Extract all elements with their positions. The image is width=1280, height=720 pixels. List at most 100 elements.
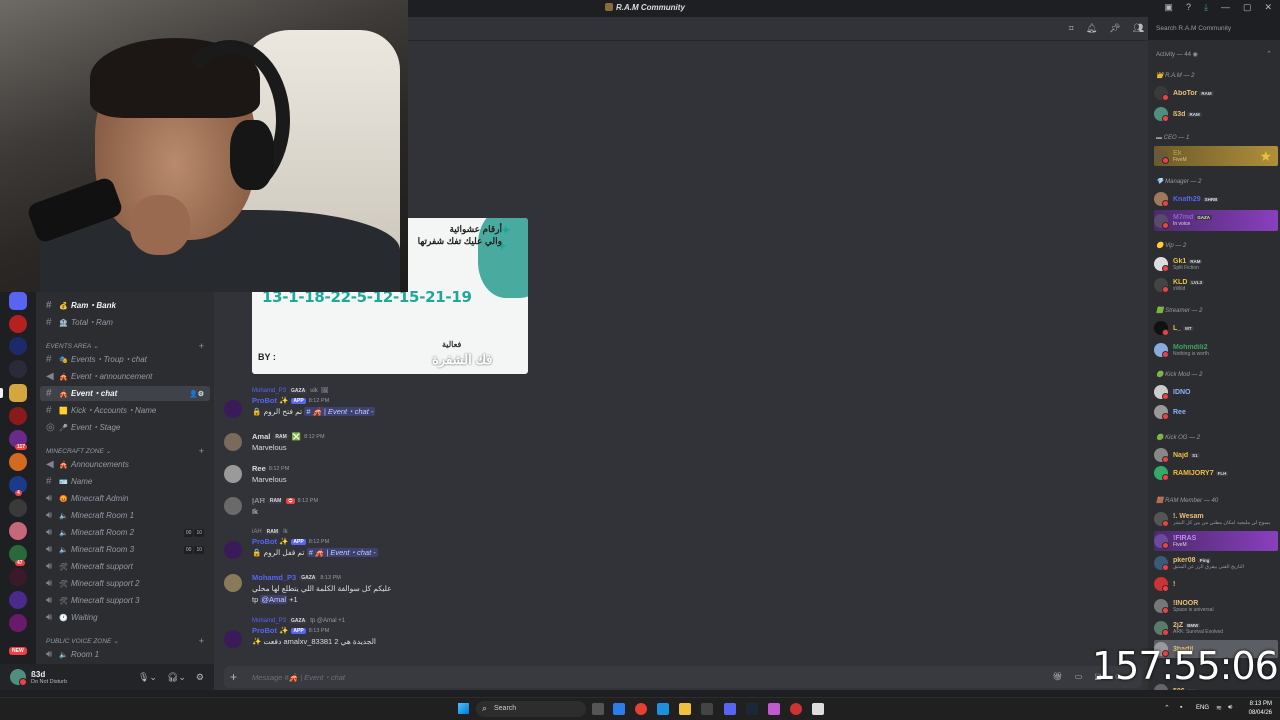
channel-event-chat[interactable]: # 🎪 Event・chat 👤⚙	[40, 386, 210, 401]
inbox-icon[interactable]: ▣	[1164, 2, 1173, 13]
message[interactable]: ĮAĦ RAM ⛔︎ 8:12 PM Ik	[224, 495, 724, 517]
voice-minecraft-support[interactable]: 🔊︎ 🛠 Minecraft support	[40, 559, 210, 574]
channel-link[interactable]: # 🎪 | Event・chat -	[304, 407, 376, 416]
windows-start-icon[interactable]	[458, 703, 469, 714]
channel-announcements[interactable]: ◀ 🎪 Announcements	[40, 457, 210, 472]
member-item[interactable]: KLD LVL3 xWild	[1154, 275, 1278, 295]
reply-preview[interactable]: iAH RAM Ik	[224, 527, 724, 536]
avatar[interactable]	[224, 630, 242, 648]
voice-minecraft-room-1[interactable]: 🔊︎ 🔈 Minecraft Room 1	[40, 508, 210, 523]
server-icon[interactable]	[9, 384, 27, 402]
add-channel-icon[interactable]: +	[199, 446, 204, 456]
category-minecraft[interactable]: MINECRAFT ZONE ⌄ +	[46, 445, 208, 457]
server-icon[interactable]	[9, 453, 27, 471]
task-view-icon[interactable]	[592, 703, 604, 715]
gear-icon[interactable]: ⚙	[196, 672, 204, 683]
add-channel-icon[interactable]: +	[199, 341, 204, 351]
add-channel-icon[interactable]: +	[199, 636, 204, 646]
channel-ram-bank[interactable]: # 💰 Ram・Bank	[40, 298, 210, 313]
message[interactable]: Mohamd_P3 GAZA 8:13 PM عليكم كل سوالفة الك…	[224, 572, 724, 605]
voice-minecraft-room-2[interactable]: 🔊︎ 🔈 Minecraft Room 2 00 10	[40, 525, 210, 540]
clock[interactable]: 8:13 PM 08/04/26	[1249, 700, 1272, 718]
member-item[interactable]: RAMIJORY7 FLH	[1154, 464, 1278, 482]
channel-link[interactable]: # 🎪 | Event・chat -	[306, 548, 378, 557]
chevron-up-icon[interactable]: ⌃	[1266, 50, 1272, 58]
message[interactable]: Mohamd_P3 GAZA tp @Amal +1 ProBot ✨ APP 8:13…	[224, 616, 724, 648]
language-indicator[interactable]: ENG	[1196, 705, 1209, 711]
gift-icon[interactable]: 🎁︎	[1053, 672, 1063, 681]
maximize-button[interactable]: ▢	[1243, 2, 1252, 13]
avatar[interactable]	[224, 400, 242, 418]
avatar[interactable]	[224, 497, 242, 515]
server-icon[interactable]	[9, 591, 27, 609]
author-name[interactable]: ProBot ✨	[252, 537, 288, 546]
author-name[interactable]: ProBot ✨	[252, 396, 288, 405]
server-icon[interactable]	[9, 360, 27, 378]
author-name[interactable]: Mohamd_P3	[252, 573, 296, 582]
add-attachment-icon[interactable]: +	[230, 670, 237, 684]
discord-icon[interactable]	[724, 703, 736, 715]
avatar[interactable]	[224, 574, 242, 592]
member-item[interactable]: AboTor RAM	[1154, 84, 1278, 102]
server-icon[interactable]	[9, 315, 27, 333]
author-name[interactable]: Ree	[252, 464, 266, 473]
server-icon[interactable]	[9, 407, 27, 425]
search-input[interactable]: Search R.A.M Community	[1152, 22, 1276, 35]
threads-icon[interactable]: ⌗	[1069, 23, 1074, 34]
category-events[interactable]: EVENTS AREA ⌄ +	[46, 340, 208, 352]
voice-minecraft-support-2[interactable]: 🔊︎ 🛠 Minecraft support 2	[40, 576, 210, 591]
chrome-icon[interactable]	[635, 703, 647, 715]
minimize-button[interactable]: —	[1221, 2, 1230, 13]
members-icon[interactable]: 👥︎	[1133, 23, 1144, 34]
settings-icon[interactable]: 👤⚙	[189, 390, 204, 398]
message-composer[interactable]: + Message #🎪 | Event・chat 🎁︎ ▭ ◪ ☺	[224, 666, 1142, 688]
download-icon[interactable]: ⤓	[1204, 2, 1208, 13]
server-icon[interactable]	[9, 292, 27, 310]
message[interactable]: iAH RAM Ik ProBot ✨ APP 8:12 PM 🔒 تم قفل الر…	[224, 527, 724, 559]
folder-icon[interactable]	[679, 703, 691, 715]
user-info[interactable]: ß3d Do Not Disturb	[31, 670, 67, 685]
store-icon[interactable]	[701, 703, 713, 715]
avatar[interactable]	[224, 465, 242, 483]
copilot-icon[interactable]	[613, 703, 625, 715]
server-icon[interactable]	[9, 522, 27, 540]
member-item[interactable]: pker08 Ping التاريخ الفنى بيفرق الرز عن ال…	[1154, 553, 1278, 573]
message[interactable]: Ree 8:12 PM Marvelous	[224, 463, 724, 485]
reply-preview[interactable]: Mohamd_P3 GAZA tp @Amal +1	[224, 616, 724, 625]
message[interactable]: Amal RAM ❎ 8:12 PM Marvelous	[224, 431, 724, 453]
help-icon[interactable]: ?	[1186, 2, 1191, 13]
chevron-up-icon[interactable]: ⌃	[1164, 704, 1170, 712]
member-item[interactable]: Najd S1	[1154, 446, 1278, 464]
voice-room-1[interactable]: 🔊︎ 🔈 Room 1	[40, 647, 210, 662]
voice-minecraft-admin[interactable]: 🔊︎ 😡 Minecraft Admin	[40, 491, 210, 506]
member-item[interactable]: L_ MT	[1154, 319, 1278, 337]
member-item[interactable]: 2jZ BMW ARK: Survival Evolved	[1154, 618, 1278, 638]
pin-icon[interactable]: 📌︎	[1109, 23, 1120, 34]
app-icon[interactable]	[768, 703, 780, 715]
volume-icon[interactable]: 🔊︎	[1228, 704, 1232, 712]
member-item[interactable]: !	[1154, 575, 1278, 593]
tray-icon[interactable]: ▪	[1180, 704, 1182, 711]
app-icon[interactable]	[812, 703, 824, 715]
channel-kick-accounts-name[interactable]: # 🟨 Kick・Accounts・Name	[40, 403, 210, 418]
member-item[interactable]: Mohmdili2 Nothing is worth	[1154, 340, 1278, 360]
author-name[interactable]: ĮAĦ	[252, 496, 265, 505]
message[interactable]: Mohamd_P3 GAZA uik 🖼︎ ProBot ✨ APP 8:12 PM 🔒 …	[224, 386, 724, 418]
member-item[interactable]: !INOOR Space is universal	[1154, 596, 1278, 616]
avatar[interactable]	[224, 433, 242, 451]
server-icon[interactable]	[9, 337, 27, 355]
member-item[interactable]: Gk1 RAM Split Fiction	[1154, 254, 1278, 274]
server-icon[interactable]	[9, 499, 27, 517]
wifi-icon[interactable]: ≋	[1216, 704, 1222, 712]
obs-icon[interactable]	[790, 703, 802, 715]
channel-event-stage[interactable]: ◎ 🎤 Event・Stage	[40, 420, 210, 435]
channel-name[interactable]: # 🪪 Name	[40, 474, 210, 489]
member-item[interactable]: Ek FiveM ★	[1154, 146, 1278, 166]
member-item[interactable]: Ree	[1154, 403, 1278, 421]
headphones-icon[interactable]: 🎧︎⌄	[167, 672, 186, 683]
taskbar-search[interactable]: Search	[476, 701, 586, 717]
member-item[interactable]: IDNO	[1154, 383, 1278, 401]
edge-icon[interactable]	[657, 703, 669, 715]
gif-icon[interactable]: ▭	[1075, 672, 1083, 681]
steam-icon[interactable]	[746, 703, 758, 715]
